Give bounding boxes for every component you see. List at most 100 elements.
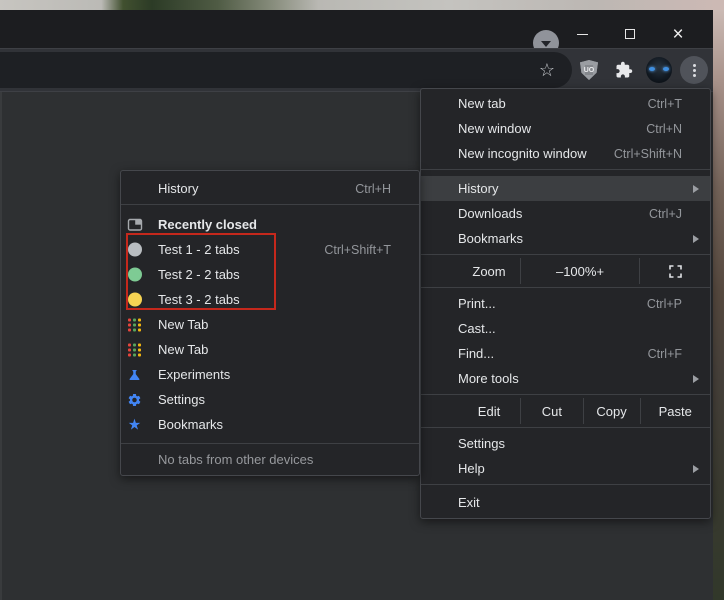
menu-item-label: No tabs from other devices	[158, 452, 313, 467]
kebab-dot	[693, 74, 696, 77]
menu-item-label: More tools	[458, 371, 519, 386]
menu-item-label: Print...	[458, 296, 496, 311]
zoom-row: Zoom – 100% +	[421, 258, 710, 284]
profile-avatar[interactable]	[646, 57, 672, 83]
fullscreen-button[interactable]	[640, 258, 710, 284]
menu-separator	[421, 169, 710, 170]
edit-row: Edit Cut Copy Paste	[421, 398, 710, 424]
menu-item-label: Test 1 - 2 tabs	[158, 242, 240, 257]
window-controls: ×	[558, 20, 702, 48]
menu-item-label: Find...	[458, 346, 494, 361]
menu-item-label: Cast...	[458, 321, 496, 336]
kebab-dot	[693, 64, 696, 67]
menu-separator	[421, 287, 710, 288]
menu-item-label: History	[458, 181, 498, 196]
submenu-arrow-icon	[693, 235, 699, 243]
zoom-in-button[interactable]: +	[596, 264, 604, 279]
submenu-item-closed-window[interactable]: Test 1 - 2 tabs Ctrl+Shift+T	[121, 237, 419, 262]
avatar-eye	[663, 67, 669, 71]
menu-item-label: New Tab	[158, 342, 208, 357]
menu-item-label: Help	[458, 461, 485, 476]
close-button[interactable]: ×	[654, 20, 702, 48]
puzzle-glyph	[615, 61, 633, 79]
cut-button[interactable]: Cut	[521, 398, 583, 424]
menu-item-exit[interactable]: Exit	[421, 490, 710, 515]
browser-menu-button[interactable]	[680, 56, 708, 84]
menu-separator	[421, 427, 710, 428]
bookmarks-star-icon: ★	[126, 416, 143, 433]
menu-item-label: Test 2 - 2 tabs	[158, 267, 240, 282]
window-favicon-green	[126, 266, 143, 283]
maximize-button[interactable]	[606, 20, 654, 48]
submenu-item-recently-closed[interactable]: Recently closed	[121, 212, 419, 237]
menu-item-shortcut: Ctrl+T	[648, 97, 701, 111]
zoom-out-button[interactable]: –	[556, 264, 563, 279]
menu-item-help[interactable]: Help	[421, 456, 710, 481]
submenu-item-history[interactable]: History Ctrl+H	[121, 176, 419, 201]
submenu-arrow-icon	[693, 465, 699, 473]
menu-item-settings[interactable]: Settings	[421, 431, 710, 456]
history-submenu: History Ctrl+H Recently closed Test 1 - …	[120, 170, 420, 476]
new-tab-grid-icon	[126, 341, 143, 358]
menu-item-label: Settings	[158, 392, 205, 407]
edit-label: Edit	[421, 398, 520, 424]
minimize-icon	[577, 34, 588, 35]
submenu-item-experiments[interactable]: Experiments	[121, 362, 419, 387]
wallpaper-right-strip	[713, 10, 724, 600]
submenu-item-closed-window[interactable]: Test 3 - 2 tabs	[121, 287, 419, 312]
menu-item-label: Experiments	[158, 367, 230, 382]
menu-item-shortcut: Ctrl+P	[647, 297, 701, 311]
paste-button[interactable]: Paste	[641, 398, 711, 424]
menu-separator	[421, 484, 710, 485]
settings-gear-icon	[126, 391, 143, 408]
menu-item-label: Recently closed	[158, 217, 257, 232]
menu-item-label: New tab	[458, 96, 506, 111]
bookmark-star-button[interactable]: ☆	[535, 58, 559, 82]
menu-item-more-tools[interactable]: More tools	[421, 366, 710, 391]
menu-separator	[421, 254, 710, 255]
address-bar[interactable]	[0, 52, 572, 88]
submenu-arrow-icon	[693, 185, 699, 193]
bookmark-star-icon: ☆	[539, 60, 555, 81]
new-tab-grid-icon	[126, 316, 143, 333]
avatar-eye	[649, 67, 655, 71]
ublock-badge-text: UO	[584, 67, 595, 74]
menu-item-label: Settings	[458, 436, 505, 451]
submenu-item-new-tab[interactable]: New Tab	[121, 337, 419, 362]
menu-item-bookmarks[interactable]: Bookmarks	[421, 226, 710, 251]
window-favicon-yellow	[126, 291, 143, 308]
minimize-button[interactable]	[558, 20, 606, 48]
menu-item-label: Bookmarks	[458, 231, 523, 246]
menu-item-history[interactable]: History	[421, 176, 710, 201]
submenu-item-new-tab[interactable]: New Tab	[121, 312, 419, 337]
window-favicon-gray	[126, 241, 143, 258]
menu-item-shortcut: Ctrl+N	[646, 122, 701, 136]
menu-item-new-incognito-window[interactable]: New incognito window Ctrl+Shift+N	[421, 141, 710, 166]
submenu-item-bookmarks[interactable]: ★ Bookmarks	[121, 412, 419, 437]
extensions-puzzle-icon[interactable]	[615, 61, 633, 79]
submenu-arrow-icon	[693, 375, 699, 383]
menu-item-downloads[interactable]: Downloads Ctrl+J	[421, 201, 710, 226]
menu-item-new-tab[interactable]: New tab Ctrl+T	[421, 91, 710, 116]
chevron-down-icon	[541, 41, 551, 47]
menu-item-find[interactable]: Find... Ctrl+F	[421, 341, 710, 366]
menu-item-shortcut: Ctrl+F	[648, 347, 701, 361]
experiments-flask-icon	[126, 366, 143, 383]
menu-item-label: Test 3 - 2 tabs	[158, 292, 240, 307]
copy-button[interactable]: Copy	[584, 398, 640, 424]
menu-item-cast[interactable]: Cast...	[421, 316, 710, 341]
menu-item-shortcut: Ctrl+J	[649, 207, 701, 221]
menu-item-label: Exit	[458, 495, 480, 510]
fullscreen-icon	[669, 265, 682, 278]
kebab-dot	[693, 69, 696, 72]
submenu-item-settings[interactable]: Settings	[121, 387, 419, 412]
menu-item-print[interactable]: Print... Ctrl+P	[421, 291, 710, 316]
maximize-icon	[625, 29, 635, 39]
submenu-item-closed-window[interactable]: Test 2 - 2 tabs	[121, 262, 419, 287]
menu-item-new-window[interactable]: New window Ctrl+N	[421, 116, 710, 141]
menu-item-label: History	[158, 181, 198, 196]
close-icon: ×	[672, 25, 683, 44]
menu-separator	[421, 394, 710, 395]
menu-item-label: New incognito window	[458, 146, 587, 161]
menu-item-shortcut: Ctrl+Shift+T	[324, 243, 410, 257]
